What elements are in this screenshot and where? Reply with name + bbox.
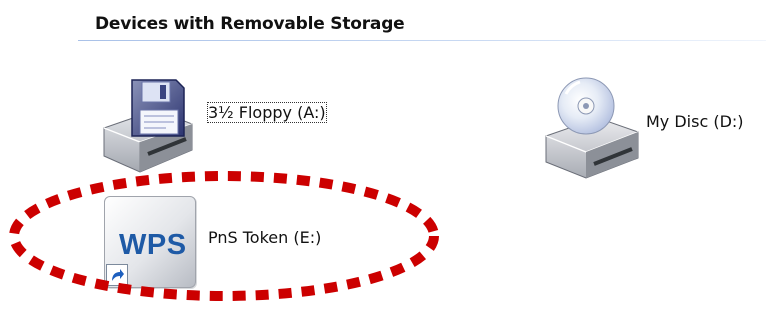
drive-item-cd[interactable]: My Disc (D:) — [540, 74, 766, 184]
drive-label-cd: My Disc (D:) — [646, 112, 744, 131]
group-header-title: Devices with Removable Storage — [95, 14, 405, 34]
cd-drive-icon — [545, 77, 639, 179]
wps-icon-text: WPS — [119, 229, 187, 261]
drive-label-floppy: 3½ Floppy (A:) — [207, 102, 327, 123]
floppy-drive-icon — [103, 79, 193, 173]
wps-shortcut-icon: WPS — [104, 196, 196, 288]
group-header-divider — [78, 40, 766, 41]
shortcut-arrow-icon — [106, 264, 128, 286]
drive-item-pns-token[interactable]: WPS PnS Token (E:) — [104, 196, 364, 288]
drive-item-floppy[interactable]: 3½ Floppy (A:) — [96, 76, 366, 182]
drive-label-pns-token: PnS Token (E:) — [208, 228, 322, 247]
